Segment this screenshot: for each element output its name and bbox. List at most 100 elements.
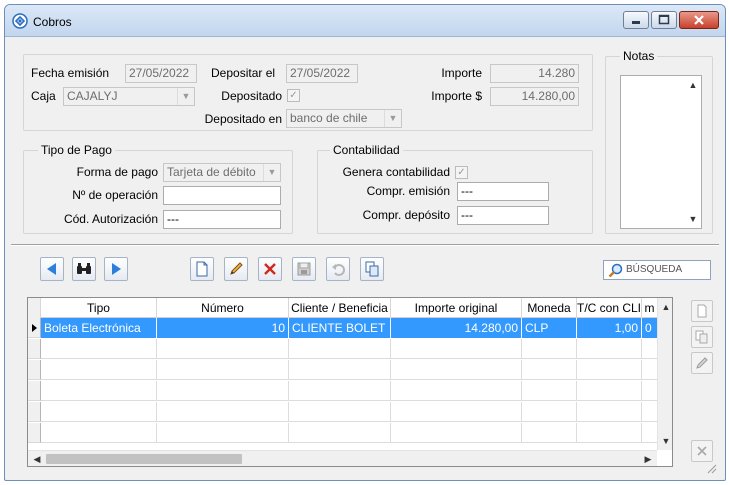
scroll-left-icon[interactable]: ◀ [31, 453, 43, 465]
column-header-tipo[interactable]: Tipo [41, 298, 157, 318]
empty-row [28, 402, 658, 422]
empty-cell [577, 381, 642, 401]
delete-x-icon [264, 263, 276, 275]
caja-select[interactable]: CAJALYJ ▼ [63, 87, 195, 106]
column-header-importe[interactable]: Importe original [391, 298, 522, 318]
next-button[interactable] [104, 257, 128, 281]
next-icon [112, 263, 121, 275]
previous-button[interactable] [40, 257, 64, 281]
cod-autorizacion-field[interactable]: --- [163, 210, 281, 229]
cobros-grid[interactable]: Tipo Número Cliente / Beneficia Importe … [27, 297, 673, 467]
cell-extra[interactable]: 0 [642, 318, 658, 338]
cell-numero[interactable]: 10 [157, 318, 289, 338]
find-button[interactable] [72, 257, 96, 281]
compr-emision-field[interactable]: --- [457, 182, 549, 201]
grid-vertical-scrollbar[interactable]: ▲ ▼ [657, 298, 672, 450]
empty-cell [522, 360, 577, 380]
column-header-moneda[interactable]: Moneda [522, 298, 577, 318]
empty-cell [522, 381, 577, 401]
compr-deposito-field[interactable]: --- [457, 206, 549, 225]
edit-pencil-icon [230, 262, 243, 275]
importe-usd-field[interactable]: 14.280,00 [490, 87, 579, 106]
binoculars-icon [77, 263, 91, 274]
empty-cell [289, 402, 391, 422]
maximize-button[interactable] [651, 11, 677, 29]
importe-field[interactable]: 14.280 [490, 64, 579, 83]
scroll-right-icon[interactable]: ▶ [642, 453, 654, 465]
n-operacion-field[interactable] [163, 186, 281, 205]
check-icon: ✓ [289, 90, 298, 101]
save-button[interactable] [292, 257, 316, 281]
column-header-extra[interactable]: m [642, 298, 658, 318]
tipo-pago-group: Tipo de Pago Forma de pago Tarjeta de dé… [23, 143, 293, 234]
grid-header: Tipo Número Cliente / Beneficia Importe … [28, 298, 658, 318]
edit-button[interactable] [224, 257, 248, 281]
row-indicator [28, 360, 41, 380]
depositado-checkbox[interactable]: ✓ [287, 89, 300, 102]
scroll-down-icon[interactable]: ▼ [660, 435, 672, 447]
check-icon: ✓ [457, 167, 466, 178]
window-content: Fecha emisión 27/05/2022 Depositar el 27… [11, 38, 719, 476]
empty-cell [391, 360, 522, 380]
column-header-cliente[interactable]: Cliente / Beneficia [289, 298, 391, 318]
empty-row [28, 423, 658, 443]
delete-button[interactable] [258, 257, 282, 281]
importe-label: Importe [441, 66, 482, 80]
n-operacion-label: Nº de operación [72, 188, 158, 202]
genera-contabilidad-checkbox[interactable]: ✓ [455, 166, 468, 179]
empty-cell [41, 423, 157, 443]
empty-cell [41, 360, 157, 380]
title-bar[interactable]: Cobros [5, 5, 725, 37]
column-header-tc[interactable]: T/C con CLI [577, 298, 642, 318]
app-logo-icon [12, 13, 28, 29]
delete-row-button[interactable] [691, 440, 713, 462]
table-row[interactable]: Boleta Electrónica 10 CLIENTE BOLET 14.2… [28, 318, 658, 338]
empty-cell [289, 360, 391, 380]
compr-emision-label: Compr. emisión [366, 184, 450, 198]
cell-importe[interactable]: 14.280,00 [391, 318, 522, 338]
scroll-up-icon[interactable]: ▲ [660, 301, 672, 313]
add-row-button[interactable] [691, 300, 713, 322]
fecha-emision-field[interactable]: 27/05/2022 [125, 64, 197, 83]
tipo-pago-legend: Tipo de Pago [38, 143, 115, 157]
scroll-up-icon[interactable]: ▲ [687, 79, 699, 91]
edit-row-button[interactable] [691, 352, 713, 374]
grid-horizontal-scrollbar[interactable]: ◀ ▶ [28, 450, 657, 466]
empty-cell [41, 402, 157, 422]
empty-cell [577, 402, 642, 422]
cell-tc[interactable]: 1,00 [577, 318, 642, 338]
new-button[interactable] [190, 257, 214, 281]
undo-button[interactable] [326, 257, 350, 281]
copy-row-button[interactable] [691, 326, 713, 348]
forma-pago-value: Tarjeta de débito [167, 165, 256, 179]
cell-cliente[interactable]: CLIENTE BOLET [289, 318, 391, 338]
window-title: Cobros [33, 15, 72, 29]
search-icon [608, 263, 623, 278]
chevron-down-icon: ▼ [263, 164, 280, 181]
search-label: BÚSQUEDA [626, 264, 683, 275]
copy-button[interactable] [360, 257, 384, 281]
empty-cell [41, 381, 157, 401]
depositado-en-select[interactable]: banco de chile ▼ [286, 109, 402, 128]
row-indicator [28, 339, 41, 359]
column-header-numero[interactable]: Número [157, 298, 289, 318]
close-button[interactable] [679, 11, 719, 29]
minimize-icon [632, 21, 640, 24]
minimize-button[interactable] [623, 11, 649, 29]
copy-icon [365, 261, 379, 277]
scroll-down-icon[interactable]: ▼ [687, 213, 699, 225]
forma-pago-select[interactable]: Tarjeta de débito ▼ [163, 163, 281, 182]
search-button[interactable]: BÚSQUEDA [603, 260, 711, 280]
cell-tipo[interactable]: Boleta Electrónica [41, 318, 157, 338]
copy-row-icon [695, 330, 708, 344]
cell-moneda[interactable]: CLP [522, 318, 577, 338]
caja-label: Caja [31, 89, 56, 103]
current-row-arrow-icon [32, 324, 37, 332]
notas-textarea[interactable]: ▲ ▼ [620, 75, 702, 229]
compr-deposito-label: Compr. depósito [362, 208, 450, 222]
depositar-el-field[interactable]: 27/05/2022 [286, 64, 358, 83]
empty-row [28, 381, 658, 401]
empty-cell [391, 381, 522, 401]
horizontal-scroll-thumb[interactable] [46, 454, 242, 464]
resize-grip-icon[interactable] [705, 462, 717, 474]
